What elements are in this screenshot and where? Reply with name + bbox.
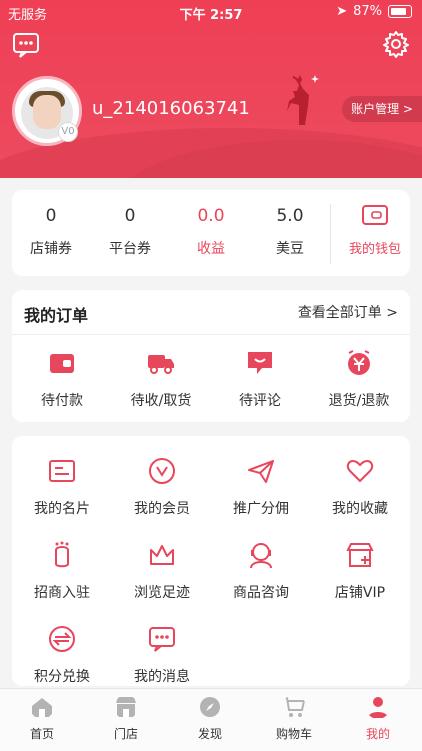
merchant-onboarding-label: 招商入驻 xyxy=(34,585,90,601)
truck-icon xyxy=(148,355,174,374)
tab-mine-label: 我的 xyxy=(365,727,390,741)
shop-coupon-stat[interactable]: 0 店铺券 xyxy=(16,206,86,258)
order-pending-review-label: 待评论 xyxy=(239,393,281,409)
refund-icon xyxy=(348,350,370,375)
message-icon xyxy=(149,627,175,652)
store-vip-item[interactable]: 店铺VIP xyxy=(315,540,405,602)
shop-coupon-value: 0 xyxy=(45,206,57,226)
order-pending-payment-label: 待付款 xyxy=(41,393,83,409)
footprint-icon xyxy=(55,541,69,568)
settings-gear-icon[interactable] xyxy=(382,30,410,58)
beans-stat[interactable]: 5.0 美豆 xyxy=(255,206,325,258)
compass-icon xyxy=(200,697,220,717)
orders-card: 我的订单 查看全部订单 > 待付款 待收/取货 待评论 退货/退款 xyxy=(12,290,410,422)
earnings-label: 收益 xyxy=(197,241,225,257)
status-bar: 无服务 下午 2:57 ➤ 87% xyxy=(0,0,422,24)
my-messages-label: 我的消息 xyxy=(134,669,190,685)
beans-value: 5.0 xyxy=(276,206,304,226)
card-icon xyxy=(49,460,75,482)
my-membership-item[interactable]: 我的会员 xyxy=(117,456,207,518)
orders-divider xyxy=(12,334,410,335)
account-management-button[interactable]: 账户管理 > xyxy=(342,96,422,122)
referral-commission-label: 推广分佣 xyxy=(233,501,289,517)
my-wallet-label: 我的钱包 xyxy=(348,242,401,257)
vip-badge: V0 xyxy=(58,122,78,142)
member-icon xyxy=(149,458,175,484)
support-icon xyxy=(250,543,272,569)
platform-coupon-stat[interactable]: 0 平台券 xyxy=(95,206,165,258)
product-inquiry-label: 商品咨询 xyxy=(233,585,289,601)
order-pending-review[interactable]: 待评论 xyxy=(220,348,300,410)
tab-cart[interactable]: 购物车 xyxy=(252,695,336,742)
user-icon xyxy=(368,697,388,718)
beans-label: 美豆 xyxy=(276,241,304,257)
referral-commission-item[interactable]: 推广分佣 xyxy=(216,456,306,518)
username-text: u_214016063741 xyxy=(92,98,250,119)
my-favorites-item[interactable]: 我的收藏 xyxy=(315,456,405,518)
order-pending-receipt-label: 待收/取货 xyxy=(130,393,192,409)
order-pending-receipt[interactable]: 待收/取货 xyxy=(121,348,201,410)
platform-coupon-label: 平台券 xyxy=(109,241,151,257)
earnings-stat[interactable]: 0.0 收益 xyxy=(176,206,246,258)
cart-icon xyxy=(284,697,306,717)
deer-logo-icon xyxy=(287,75,319,125)
points-exchange-item[interactable]: 积分兑换 xyxy=(17,624,107,686)
merchant-onboarding-item[interactable]: 招商入驻 xyxy=(17,540,107,602)
status-right: ➤ 87% xyxy=(336,4,412,19)
tab-cart-label: 购物车 xyxy=(275,727,312,741)
earnings-value: 0.0 xyxy=(197,206,225,226)
tab-stores[interactable]: 门店 xyxy=(84,695,168,742)
points-exchange-label: 积分兑换 xyxy=(34,669,90,685)
message-center-icon[interactable] xyxy=(12,30,40,58)
wallet-icon xyxy=(362,205,388,225)
my-membership-label: 我的会员 xyxy=(134,501,190,517)
comment-icon xyxy=(248,352,272,374)
bottom-tab-bar: 首页 门店 发现 购物车 我的 xyxy=(0,688,422,751)
battery-icon xyxy=(388,5,412,18)
tab-home-label: 首页 xyxy=(29,727,54,741)
battery-text: 87% xyxy=(353,4,382,19)
send-icon xyxy=(248,460,274,483)
my-messages-item[interactable]: 我的消息 xyxy=(117,624,207,686)
store-icon xyxy=(346,543,374,567)
my-wallet-button[interactable]: 我的钱包 xyxy=(346,204,404,257)
home-icon xyxy=(32,698,52,717)
browsing-history-item[interactable]: 浏览足迹 xyxy=(117,540,207,602)
wallet-icon xyxy=(50,354,74,373)
store-vip-label: 店铺VIP xyxy=(334,585,386,601)
orders-title: 我的订单 xyxy=(24,306,89,325)
location-icon: ➤ xyxy=(336,4,348,19)
assets-card: 0 店铺券 0 平台券 0.0 收益 5.0 美豆 我的钱包 xyxy=(12,190,410,276)
services-card: 我的名片 我的会员 推广分佣 我的收藏 招商入驻 浏览足迹 商品咨询 店铺VIP… xyxy=(12,436,410,686)
tab-mine[interactable]: 我的 xyxy=(336,695,420,742)
profile-header: 无服务 下午 2:57 ➤ 87% V0 u_214016063741 账户管理… xyxy=(0,0,422,178)
order-pending-payment[interactable]: 待付款 xyxy=(22,348,102,410)
view-all-orders-link[interactable]: 查看全部订单 > xyxy=(298,302,398,322)
browsing-history-label: 浏览足迹 xyxy=(134,585,190,601)
my-business-card-label: 我的名片 xyxy=(34,501,90,517)
shop-icon xyxy=(116,697,136,717)
tab-discover-label: 发现 xyxy=(197,727,222,741)
exchange-icon xyxy=(49,626,75,652)
stats-divider xyxy=(330,204,331,264)
shop-coupon-label: 店铺券 xyxy=(30,241,72,257)
order-refund[interactable]: 退货/退款 xyxy=(319,348,399,410)
heart-icon xyxy=(346,459,374,483)
tab-discover[interactable]: 发现 xyxy=(168,695,252,742)
tab-home[interactable]: 首页 xyxy=(0,695,84,742)
order-refund-label: 退货/退款 xyxy=(328,393,390,409)
my-favorites-label: 我的收藏 xyxy=(332,501,388,517)
tab-stores-label: 门店 xyxy=(113,727,138,741)
product-inquiry-item[interactable]: 商品咨询 xyxy=(216,540,306,602)
crown-icon xyxy=(150,545,174,565)
avatar-face xyxy=(33,95,61,129)
platform-coupon-value: 0 xyxy=(124,206,136,226)
my-business-card-item[interactable]: 我的名片 xyxy=(17,456,107,518)
